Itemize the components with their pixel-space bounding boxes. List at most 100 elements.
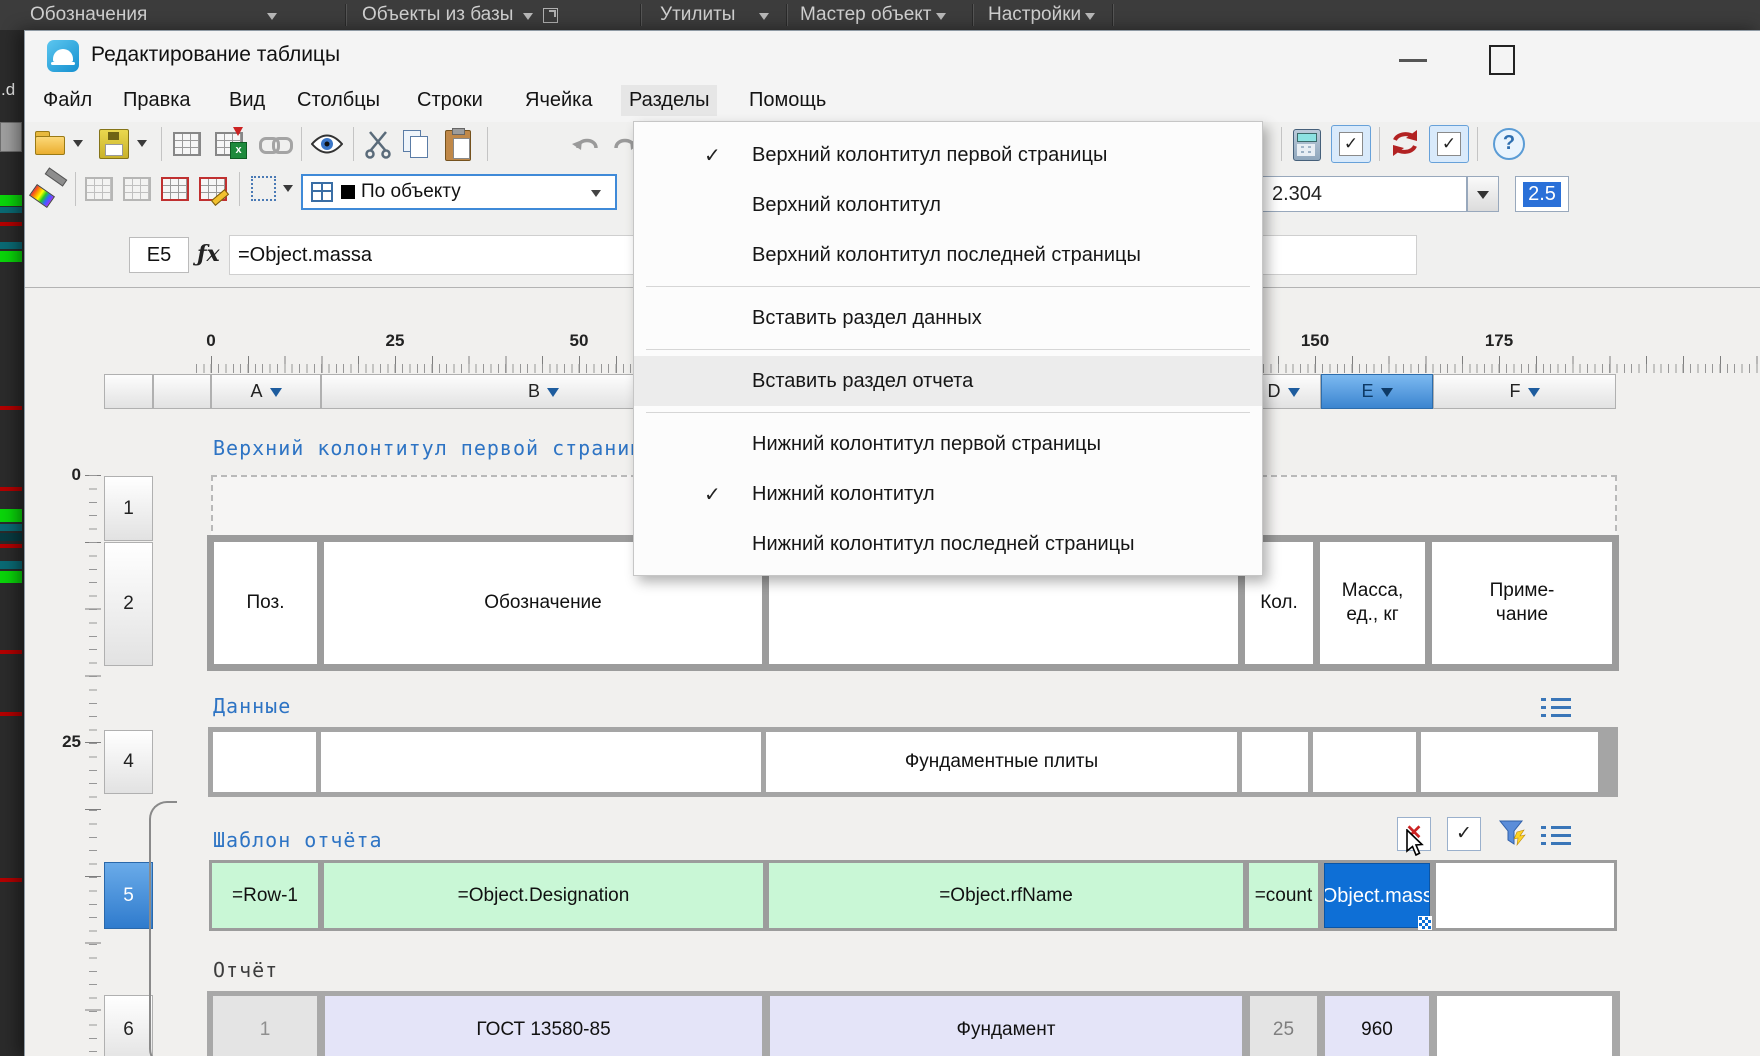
bg-group-utilities[interactable]: Утилиты: [660, 0, 769, 30]
cell-gost-value[interactable]: ГОСТ 13580-85: [325, 996, 762, 1056]
borders-dropdown-icon[interactable]: [283, 185, 293, 197]
cell-row-formula[interactable]: =Row-1: [212, 863, 318, 928]
bg-group-oboznacheniya[interactable]: Обозначения: [30, 0, 277, 30]
cell-a4[interactable]: [213, 732, 316, 792]
menu-item-footer[interactable]: ✓ Нижний колонтитул: [634, 469, 1262, 519]
cell-mass-value[interactable]: 960: [1325, 996, 1429, 1056]
row-header-1[interactable]: 1: [104, 476, 153, 541]
cell-pos[interactable]: Поз.: [214, 542, 317, 664]
panel-icon[interactable]: [543, 8, 558, 23]
structure-icon[interactable]: [1541, 819, 1571, 845]
selection-handle[interactable]: [1418, 916, 1432, 930]
table-rows-icon[interactable]: [123, 177, 151, 201]
cell-b4[interactable]: [321, 732, 761, 792]
borders-icon[interactable]: [251, 176, 276, 201]
border-style-value: По объекту: [361, 181, 461, 203]
vruler-label: 0: [45, 465, 81, 485]
menu-sections[interactable]: Разделы: [621, 85, 717, 116]
preview-eye-icon[interactable]: [311, 133, 343, 155]
row-header-5-selected[interactable]: 5: [104, 862, 153, 929]
copy-icon[interactable]: [403, 130, 429, 158]
text-height-dropdown-button[interactable]: [1467, 176, 1499, 212]
export-table-icon[interactable]: x: [215, 132, 243, 156]
border-style-combobox[interactable]: По объекту: [301, 174, 617, 210]
menu-item-insert-report-section[interactable]: Вставить раздел отчета: [634, 356, 1262, 406]
bg-group-settings[interactable]: Настройки: [988, 0, 1095, 30]
open-dropdown-icon[interactable]: [73, 140, 83, 152]
export-arrow-icon: [233, 127, 243, 141]
import-table-icon[interactable]: [173, 132, 201, 156]
autocalc-toggle-button[interactable]: ✓: [1331, 125, 1371, 163]
cut-icon[interactable]: [363, 129, 393, 159]
app-icon: [47, 40, 79, 72]
format-brush-icon[interactable]: [31, 173, 67, 205]
menu-item-header-first-page[interactable]: ✓ Верхний колонтитул первой страницы: [634, 130, 1262, 180]
merge-cells-icon[interactable]: [161, 177, 189, 201]
column-header-e-selected[interactable]: E: [1321, 374, 1433, 409]
menu-item-insert-data-section[interactable]: Вставить раздел данных: [634, 293, 1262, 343]
cell-reference-box[interactable]: E5: [129, 237, 189, 273]
menu-item-footer-first-page[interactable]: Нижний колонтитул первой страницы: [634, 419, 1262, 469]
menu-item-footer-last-page[interactable]: Нижний колонтитул последней страницы: [634, 519, 1262, 569]
cell-e4[interactable]: [1313, 732, 1416, 792]
menu-columns[interactable]: Столбцы: [289, 85, 388, 116]
row-header-2[interactable]: 2: [104, 542, 153, 666]
menu-separator: [646, 349, 1250, 350]
corner-box-2[interactable]: [153, 374, 211, 409]
menu-item-header-last-page[interactable]: Верхний колонтитул последней страницы: [634, 230, 1262, 280]
layer-band: [0, 561, 22, 569]
maximize-button[interactable]: [1489, 45, 1515, 75]
autoupdate-toggle-button[interactable]: ✓: [1429, 125, 1469, 163]
cell-d4[interactable]: [1242, 732, 1308, 792]
undo-icon[interactable]: [571, 132, 603, 158]
cell-foundation-value[interactable]: Фундамент: [770, 996, 1242, 1056]
column-header-f[interactable]: F: [1433, 374, 1616, 409]
section-check-icon[interactable]: ✓: [1447, 817, 1481, 851]
cell-mass[interactable]: Масса, ед., кг: [1320, 542, 1425, 664]
row-header-4[interactable]: 4: [104, 730, 153, 794]
row-header-6[interactable]: 6: [104, 995, 153, 1056]
cell-qty-value[interactable]: 25: [1250, 996, 1317, 1056]
scale-field[interactable]: 2.5: [1515, 176, 1569, 212]
cell-f6[interactable]: [1437, 996, 1612, 1056]
save-icon[interactable]: [99, 129, 129, 159]
menu-file[interactable]: Файл: [35, 85, 100, 116]
cell-f4[interactable]: [1421, 732, 1598, 792]
cell-massa-formula-selected[interactable]: =Object.massa: [1324, 863, 1430, 928]
cell-count-formula[interactable]: =count: [1249, 863, 1318, 928]
menu-item-header[interactable]: Верхний колонтитул: [634, 180, 1262, 230]
column-header-a[interactable]: A: [211, 374, 321, 409]
text-height-field[interactable]: 2.304: [1241, 176, 1467, 212]
bg-group-objects[interactable]: Объекты из базы: [362, 0, 558, 30]
refresh-icon[interactable]: [1389, 128, 1421, 158]
fit-columns-icon[interactable]: [85, 177, 113, 201]
menu-cell[interactable]: Ячейка: [517, 85, 600, 116]
check-icon: ✓: [704, 143, 721, 168]
menu-view[interactable]: Вид: [221, 85, 273, 116]
filter-icon[interactable]: [1497, 817, 1529, 849]
save-dropdown-icon[interactable]: [137, 140, 147, 152]
fx-icon[interactable]: ƒx: [197, 241, 220, 267]
cell-name-formula[interactable]: =Object.rfName: [769, 863, 1243, 928]
layer-band: [0, 544, 22, 548]
cell-f5[interactable]: [1436, 863, 1614, 928]
cell-pos-value[interactable]: 1: [213, 996, 317, 1056]
corner-box[interactable]: [104, 374, 153, 409]
calculator-icon[interactable]: [1293, 129, 1321, 161]
minimize-button[interactable]: [1399, 59, 1427, 62]
bg-group-master[interactable]: Мастер объект: [800, 0, 946, 30]
paste-icon[interactable]: [445, 130, 471, 161]
cell-note[interactable]: Приме- чание: [1432, 542, 1612, 664]
link-icon[interactable]: [259, 135, 291, 151]
help-icon[interactable]: ?: [1493, 128, 1525, 160]
edit-cell-icon[interactable]: [199, 177, 227, 201]
hruler-label: 25: [386, 331, 405, 351]
open-file-icon[interactable]: [35, 131, 65, 155]
divider: [786, 4, 788, 26]
menu-rows[interactable]: Строки: [409, 85, 491, 116]
menu-edit[interactable]: Правка: [115, 85, 199, 116]
cell-designation-formula[interactable]: =Object.Designation: [324, 863, 763, 928]
cell-group-title[interactable]: Фундаментные плиты: [766, 732, 1237, 792]
menu-help[interactable]: Помощь: [741, 85, 834, 116]
structure-icon-data[interactable]: [1541, 691, 1571, 717]
